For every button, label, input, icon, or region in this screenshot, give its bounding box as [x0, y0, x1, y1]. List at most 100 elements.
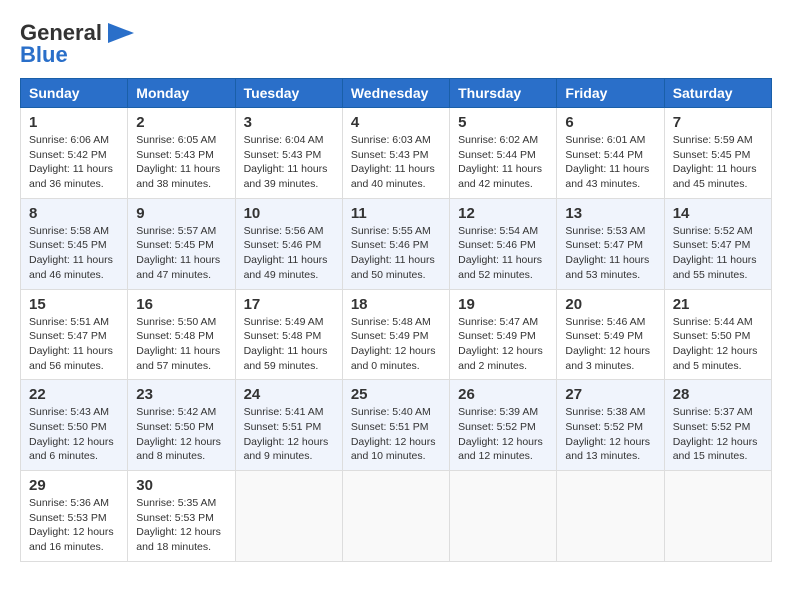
calendar-cell: 19 Sunrise: 5:47 AM Sunset: 5:49 PM Dayli… — [450, 289, 557, 380]
calendar-week-row: 29Sunrise: 5:36 AM Sunset: 5:53 PM Dayli… — [21, 471, 772, 562]
calendar-week-row: 1 Sunrise: 6:06 AM Sunset: 5:42 PM Daylig… — [21, 108, 772, 199]
calendar-cell: 18 Sunrise: 5:48 AM Sunset: 5:49 PM Dayli… — [342, 289, 449, 380]
day-info: Sunrise: 5:39 AM Sunset: 5:52 PM Dayligh… — [458, 405, 548, 464]
day-info: Sunrise: 6:04 AM Sunset: 5:43 PM Dayligh… — [244, 133, 334, 192]
calendar-cell: 29Sunrise: 5:36 AM Sunset: 5:53 PM Dayli… — [21, 471, 128, 562]
day-info: Sunrise: 5:51 AM Sunset: 5:47 PM Dayligh… — [29, 315, 119, 374]
calendar-cell: 28Sunrise: 5:37 AM Sunset: 5:52 PM Dayli… — [664, 380, 771, 471]
day-number: 1 — [29, 114, 119, 131]
day-info: Sunrise: 5:54 AM Sunset: 5:46 PM Dayligh… — [458, 224, 548, 283]
day-number: 22 — [29, 386, 119, 403]
day-number: 27 — [565, 386, 655, 403]
calendar-cell: 13Sunrise: 5:53 AM Sunset: 5:47 PM Dayli… — [557, 198, 664, 289]
day-number: 30 — [136, 477, 226, 494]
day-number: 9 — [136, 205, 226, 222]
calendar-cell: 2Sunrise: 6:05 AM Sunset: 5:43 PM Daylig… — [128, 108, 235, 199]
day-number: 7 — [673, 114, 763, 131]
day-info: Sunrise: 5:41 AM Sunset: 5:51 PM Dayligh… — [244, 405, 334, 464]
page-header: General Blue — [20, 20, 772, 68]
day-number: 12 — [458, 205, 548, 222]
calendar-cell: 10 Sunrise: 5:56 AM Sunset: 5:46 PM Dayli… — [235, 198, 342, 289]
weekday-header-thursday: Thursday — [450, 79, 557, 108]
day-info: Sunrise: 5:55 AM Sunset: 5:46 PM Dayligh… — [351, 224, 441, 283]
day-number: 15 — [29, 296, 119, 313]
calendar-cell — [450, 471, 557, 562]
calendar-cell: 24 Sunrise: 5:41 AM Sunset: 5:51 PM Dayli… — [235, 380, 342, 471]
calendar-cell — [664, 471, 771, 562]
calendar-cell: 12 Sunrise: 5:54 AM Sunset: 5:46 PM Dayli… — [450, 198, 557, 289]
logo-flag-icon — [106, 23, 134, 43]
calendar-cell: 22 Sunrise: 5:43 AM Sunset: 5:50 PM Dayli… — [21, 380, 128, 471]
day-info: Sunrise: 5:50 AM Sunset: 5:48 PM Dayligh… — [136, 315, 226, 374]
day-number: 19 — [458, 296, 548, 313]
day-info: Sunrise: 5:52 AM Sunset: 5:47 PM Dayligh… — [673, 224, 763, 283]
day-info: Sunrise: 6:02 AM Sunset: 5:44 PM Dayligh… — [458, 133, 548, 192]
day-number: 24 — [244, 386, 334, 403]
day-number: 21 — [673, 296, 763, 313]
day-info: Sunrise: 5:36 AM Sunset: 5:53 PM Dayligh… — [29, 496, 119, 555]
calendar-week-row: 8Sunrise: 5:58 AM Sunset: 5:45 PM Daylig… — [21, 198, 772, 289]
day-number: 25 — [351, 386, 441, 403]
day-number: 17 — [244, 296, 334, 313]
calendar-cell: 25 Sunrise: 5:40 AM Sunset: 5:51 PM Dayli… — [342, 380, 449, 471]
day-info: Sunrise: 5:40 AM Sunset: 5:51 PM Dayligh… — [351, 405, 441, 464]
calendar-cell: 15 Sunrise: 5:51 AM Sunset: 5:47 PM Dayli… — [21, 289, 128, 380]
weekday-header-wednesday: Wednesday — [342, 79, 449, 108]
calendar-cell: 4 Sunrise: 6:03 AM Sunset: 5:43 PM Daylig… — [342, 108, 449, 199]
calendar-cell: 16 Sunrise: 5:50 AM Sunset: 5:48 PM Dayli… — [128, 289, 235, 380]
calendar-table: SundayMondayTuesdayWednesdayThursdayFrid… — [20, 78, 772, 562]
day-number: 18 — [351, 296, 441, 313]
calendar-cell: 3 Sunrise: 6:04 AM Sunset: 5:43 PM Daylig… — [235, 108, 342, 199]
calendar-week-row: 15 Sunrise: 5:51 AM Sunset: 5:47 PM Dayli… — [21, 289, 772, 380]
day-number: 13 — [565, 205, 655, 222]
day-number: 6 — [565, 114, 655, 131]
day-info: Sunrise: 5:35 AM Sunset: 5:53 PM Dayligh… — [136, 496, 226, 555]
calendar-cell: 26Sunrise: 5:39 AM Sunset: 5:52 PM Dayli… — [450, 380, 557, 471]
calendar-cell: 8Sunrise: 5:58 AM Sunset: 5:45 PM Daylig… — [21, 198, 128, 289]
calendar-cell: 20Sunrise: 5:46 AM Sunset: 5:49 PM Dayli… — [557, 289, 664, 380]
day-info: Sunrise: 5:56 AM Sunset: 5:46 PM Dayligh… — [244, 224, 334, 283]
calendar-cell: 23Sunrise: 5:42 AM Sunset: 5:50 PM Dayli… — [128, 380, 235, 471]
calendar-cell: 14 Sunrise: 5:52 AM Sunset: 5:47 PM Dayli… — [664, 198, 771, 289]
day-number: 14 — [673, 205, 763, 222]
day-info: Sunrise: 5:46 AM Sunset: 5:49 PM Dayligh… — [565, 315, 655, 374]
weekday-header-sunday: Sunday — [21, 79, 128, 108]
day-info: Sunrise: 5:37 AM Sunset: 5:52 PM Dayligh… — [673, 405, 763, 464]
day-info: Sunrise: 5:57 AM Sunset: 5:45 PM Dayligh… — [136, 224, 226, 283]
day-number: 11 — [351, 205, 441, 222]
day-info: Sunrise: 6:06 AM Sunset: 5:42 PM Dayligh… — [29, 133, 119, 192]
calendar-week-row: 22 Sunrise: 5:43 AM Sunset: 5:50 PM Dayli… — [21, 380, 772, 471]
day-info: Sunrise: 5:38 AM Sunset: 5:52 PM Dayligh… — [565, 405, 655, 464]
day-number: 10 — [244, 205, 334, 222]
day-info: Sunrise: 5:47 AM Sunset: 5:49 PM Dayligh… — [458, 315, 548, 374]
day-number: 16 — [136, 296, 226, 313]
calendar-cell: 7 Sunrise: 5:59 AM Sunset: 5:45 PM Daylig… — [664, 108, 771, 199]
day-number: 4 — [351, 114, 441, 131]
day-info: Sunrise: 5:59 AM Sunset: 5:45 PM Dayligh… — [673, 133, 763, 192]
day-info: Sunrise: 5:43 AM Sunset: 5:50 PM Dayligh… — [29, 405, 119, 464]
day-info: Sunrise: 5:44 AM Sunset: 5:50 PM Dayligh… — [673, 315, 763, 374]
day-info: Sunrise: 6:01 AM Sunset: 5:44 PM Dayligh… — [565, 133, 655, 192]
calendar-cell — [342, 471, 449, 562]
weekday-header-tuesday: Tuesday — [235, 79, 342, 108]
day-number: 5 — [458, 114, 548, 131]
calendar-cell: 21 Sunrise: 5:44 AM Sunset: 5:50 PM Dayli… — [664, 289, 771, 380]
calendar-cell: 30 Sunrise: 5:35 AM Sunset: 5:53 PM Dayli… — [128, 471, 235, 562]
calendar-cell: 27 Sunrise: 5:38 AM Sunset: 5:52 PM Dayli… — [557, 380, 664, 471]
day-info: Sunrise: 5:49 AM Sunset: 5:48 PM Dayligh… — [244, 315, 334, 374]
weekday-header-friday: Friday — [557, 79, 664, 108]
calendar-cell: 11 Sunrise: 5:55 AM Sunset: 5:46 PM Dayli… — [342, 198, 449, 289]
day-info: Sunrise: 6:05 AM Sunset: 5:43 PM Dayligh… — [136, 133, 226, 192]
logo-blue: Blue — [20, 42, 68, 68]
day-number: 23 — [136, 386, 226, 403]
calendar-cell — [235, 471, 342, 562]
day-info: Sunrise: 6:03 AM Sunset: 5:43 PM Dayligh… — [351, 133, 441, 192]
calendar-cell: 6 Sunrise: 6:01 AM Sunset: 5:44 PM Daylig… — [557, 108, 664, 199]
weekday-header-saturday: Saturday — [664, 79, 771, 108]
day-info: Sunrise: 5:48 AM Sunset: 5:49 PM Dayligh… — [351, 315, 441, 374]
calendar-cell: 17 Sunrise: 5:49 AM Sunset: 5:48 PM Dayli… — [235, 289, 342, 380]
calendar-cell: 1 Sunrise: 6:06 AM Sunset: 5:42 PM Daylig… — [21, 108, 128, 199]
day-number: 3 — [244, 114, 334, 131]
calendar-cell: 5 Sunrise: 6:02 AM Sunset: 5:44 PM Daylig… — [450, 108, 557, 199]
calendar-cell: 9 Sunrise: 5:57 AM Sunset: 5:45 PM Daylig… — [128, 198, 235, 289]
